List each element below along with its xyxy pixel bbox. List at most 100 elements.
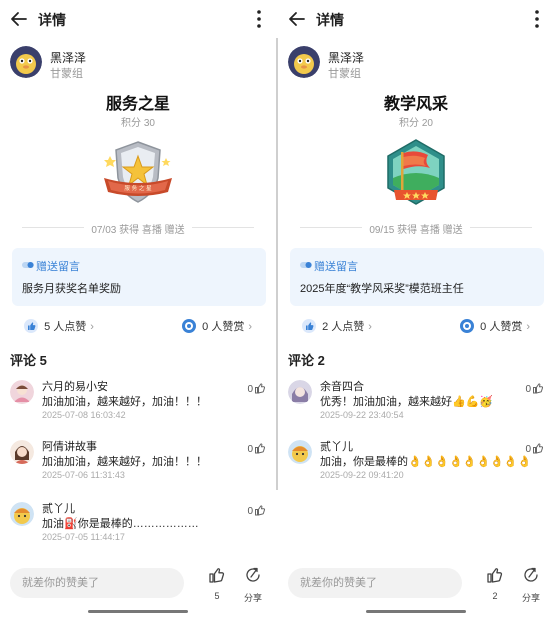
author-group: 甘蒙组 [50, 68, 83, 80]
comment-like-button[interactable]: 0 [525, 442, 544, 456]
comment-text: 加油加油，越来越好，加油！！！ [42, 456, 207, 468]
comment-time: 2025-09-22 09:41:20 [320, 470, 404, 480]
author-name: 黑泽泽 [328, 51, 365, 65]
bottom-action-bar: 就差你的赞美了 5 分享 [0, 562, 276, 606]
reward-icon [460, 319, 475, 333]
comment-item: 贰丫儿 加油⛽你是最棒的……………… 2025-07-05 11:44:17 0 [0, 498, 276, 556]
gift-message: 2025年度“教学风采奖”模范班主任 [300, 283, 464, 295]
comment-like-button[interactable]: 0 [247, 382, 266, 396]
comment-like-count: 0 [247, 384, 253, 395]
thumb-up-outline-icon [209, 568, 225, 583]
detail-panel-teaching-style: 详情 黑泽泽 甘蒙组 教学风采 积分 20 09/15 获得 喜播 赠送 赠送留… [278, 0, 554, 619]
award-meta-text: 09/15 获得 喜播 赠送 [369, 225, 463, 236]
comment-text: 加油，你是最棒的👌👌👌👌👌👌👌👌👌 [320, 456, 532, 468]
rewards-summary[interactable]: 0 人赞赏 › [182, 318, 252, 334]
commenter-avatar[interactable] [288, 440, 312, 464]
thumb-up-outline-icon [255, 505, 266, 516]
star-shield-badge-icon: 服 务 之 星 [104, 141, 172, 203]
comment-input[interactable]: 就差你的赞美了 [10, 568, 184, 598]
share-button[interactable]: 分享 [516, 566, 546, 604]
comment-time: 2025-07-08 16:03:42 [42, 410, 126, 420]
comment-text: 加油⛽你是最棒的……………… [42, 518, 199, 530]
award-meta: 09/15 获得 喜播 赠送 [278, 220, 554, 236]
home-indicator [88, 610, 188, 613]
comment-like-button[interactable]: 0 [247, 504, 266, 518]
rewards-summary[interactable]: 0 人赞赏 › [460, 318, 530, 334]
thumb-up-outline-icon [533, 443, 544, 454]
honor-points: 积分 30 [121, 118, 155, 129]
honor-title: 服务之星 [105, 96, 170, 113]
comment-item: 六月的易小安 加油加油，越来越好，加油！！！ 2025-07-08 16:03:… [0, 376, 276, 434]
like-button[interactable]: 5 [202, 566, 232, 601]
thumb-up-icon [302, 319, 316, 333]
author-group: 甘蒙组 [328, 68, 361, 80]
more-options-icon[interactable] [250, 8, 268, 30]
comment-item: 阿倩讲故事 加油加油，越来越好，加油！！！ 2025-07-06 11:31:4… [0, 436, 276, 494]
rewards-count-text: 0 人赞赏 [202, 321, 245, 333]
comment-item: 余音四合 优秀！加油加油，越来越好👍💪🥳 2025-09-22 23:40:54… [278, 376, 554, 434]
chevron-right-icon: › [248, 321, 252, 333]
top-bar: 详情 [278, 0, 554, 38]
toggle-icon [22, 262, 34, 268]
comments-title: 评论 2 [288, 353, 325, 368]
badge-ribbon-text: 服 务 之 星 [124, 184, 152, 192]
honor-points: 积分 20 [399, 118, 433, 129]
flag-hexagon-badge-icon [387, 139, 445, 205]
share-icon [524, 567, 538, 582]
gift-message: 服务月获奖名单奖励 [22, 283, 121, 295]
toggle-icon [300, 262, 312, 268]
comment-text: 优秀！加油加油，越来越好👍💪🥳 [320, 396, 494, 408]
back-arrow-icon[interactable] [286, 8, 308, 30]
share-label: 分享 [243, 593, 262, 603]
thumb-up-outline-icon [533, 383, 544, 394]
comment-time: 2025-09-22 23:40:54 [320, 410, 404, 420]
commenter-avatar[interactable] [10, 380, 34, 404]
chevron-right-icon: › [90, 321, 94, 333]
comments-title: 评论 5 [10, 353, 47, 368]
comment-like-count: 0 [247, 444, 253, 455]
like-button[interactable]: 2 [480, 566, 510, 601]
author-avatar[interactable] [288, 46, 320, 78]
bottom-action-bar: 就差你的赞美了 2 分享 [278, 562, 554, 606]
share-label: 分享 [521, 593, 540, 603]
thumb-up-outline-icon [255, 443, 266, 454]
thumb-up-outline-icon [255, 383, 266, 394]
back-arrow-icon[interactable] [8, 8, 30, 30]
comment-like-button[interactable]: 0 [525, 382, 544, 396]
comment-item: 贰丫儿 加油，你是最棒的👌👌👌👌👌👌👌👌👌 2025-09-22 09:41:2… [278, 436, 554, 494]
likes-summary[interactable]: 2 人点赞 › [302, 318, 372, 334]
rewards-count-text: 0 人赞赏 [480, 321, 523, 333]
commenter-avatar[interactable] [10, 440, 34, 464]
author-info[interactable]: 黑泽泽 甘蒙组 [10, 46, 260, 82]
comment-like-button[interactable]: 0 [247, 442, 266, 456]
comment-like-count: 0 [525, 444, 531, 455]
author-name: 黑泽泽 [50, 51, 87, 65]
like-count: 5 [214, 591, 220, 601]
comment-like-count: 0 [247, 506, 253, 517]
likes-summary[interactable]: 5 人点赞 › [24, 318, 94, 334]
page-title: 详情 [316, 12, 344, 28]
commenter-name: 六月的易小安 [42, 381, 108, 393]
commenter-name: 阿倩讲故事 [42, 441, 97, 453]
likes-count-text: 5 人点赞 [44, 321, 87, 333]
gift-message-card: 赠送留言 服务月获奖名单奖励 [12, 248, 266, 306]
comment-text: 加油加油，越来越好，加油！！！ [42, 396, 207, 408]
like-count: 2 [492, 591, 498, 601]
share-button[interactable]: 分享 [238, 566, 268, 604]
more-options-icon[interactable] [528, 8, 546, 30]
commenter-name: 贰丫儿 [320, 441, 353, 453]
commenter-avatar[interactable] [10, 502, 34, 526]
reward-icon [182, 319, 197, 333]
commenter-avatar[interactable] [288, 380, 312, 404]
gift-label: 赠送留言 [314, 261, 358, 273]
author-avatar[interactable] [10, 46, 42, 78]
comment-input[interactable]: 就差你的赞美了 [288, 568, 462, 598]
share-icon [246, 567, 260, 582]
award-meta-text: 07/03 获得 喜播 赠送 [91, 225, 185, 236]
honor-title: 教学风采 [383, 96, 448, 113]
chevron-right-icon: › [526, 321, 530, 333]
gift-label: 赠送留言 [36, 261, 80, 273]
thumb-up-icon [24, 319, 38, 333]
chevron-right-icon: › [368, 321, 372, 333]
author-info[interactable]: 黑泽泽 甘蒙组 [288, 46, 538, 82]
